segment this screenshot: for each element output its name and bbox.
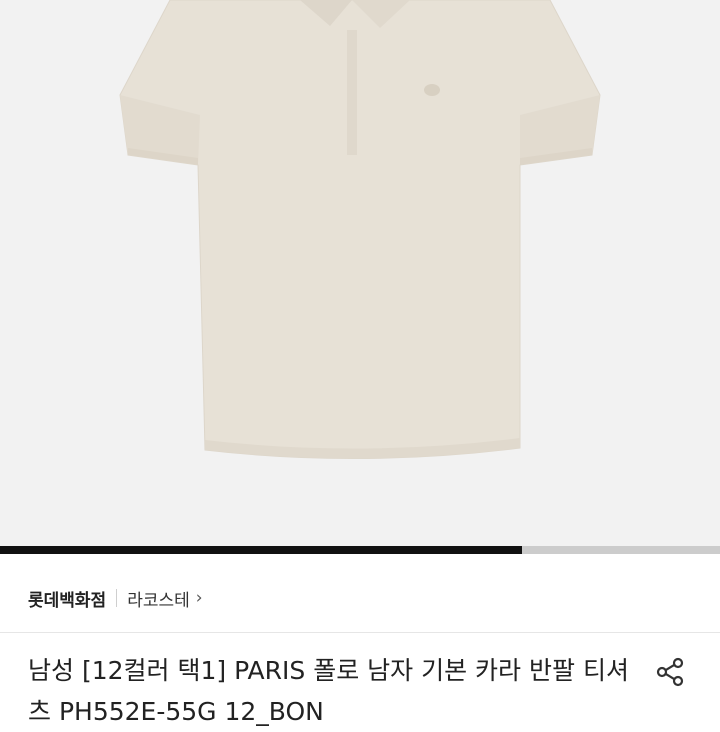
polo-shirt-illustration [119, 0, 601, 459]
store-name[interactable]: 롯데백화점 [28, 586, 106, 611]
chevron-right-icon: › [195, 588, 203, 608]
share-icon [656, 657, 684, 687]
product-image[interactable] [0, 0, 720, 546]
brand-link[interactable]: 라코스테 › [127, 586, 202, 611]
seller-row: 롯데백화점 라코스테 › [28, 578, 203, 618]
carousel-progress-bar [0, 546, 720, 554]
share-button[interactable] [650, 652, 690, 692]
brand-name: 라코스테 [127, 590, 190, 611]
section-divider [0, 632, 720, 633]
seller-separator [116, 589, 118, 607]
carousel-progress-fill [0, 546, 522, 554]
